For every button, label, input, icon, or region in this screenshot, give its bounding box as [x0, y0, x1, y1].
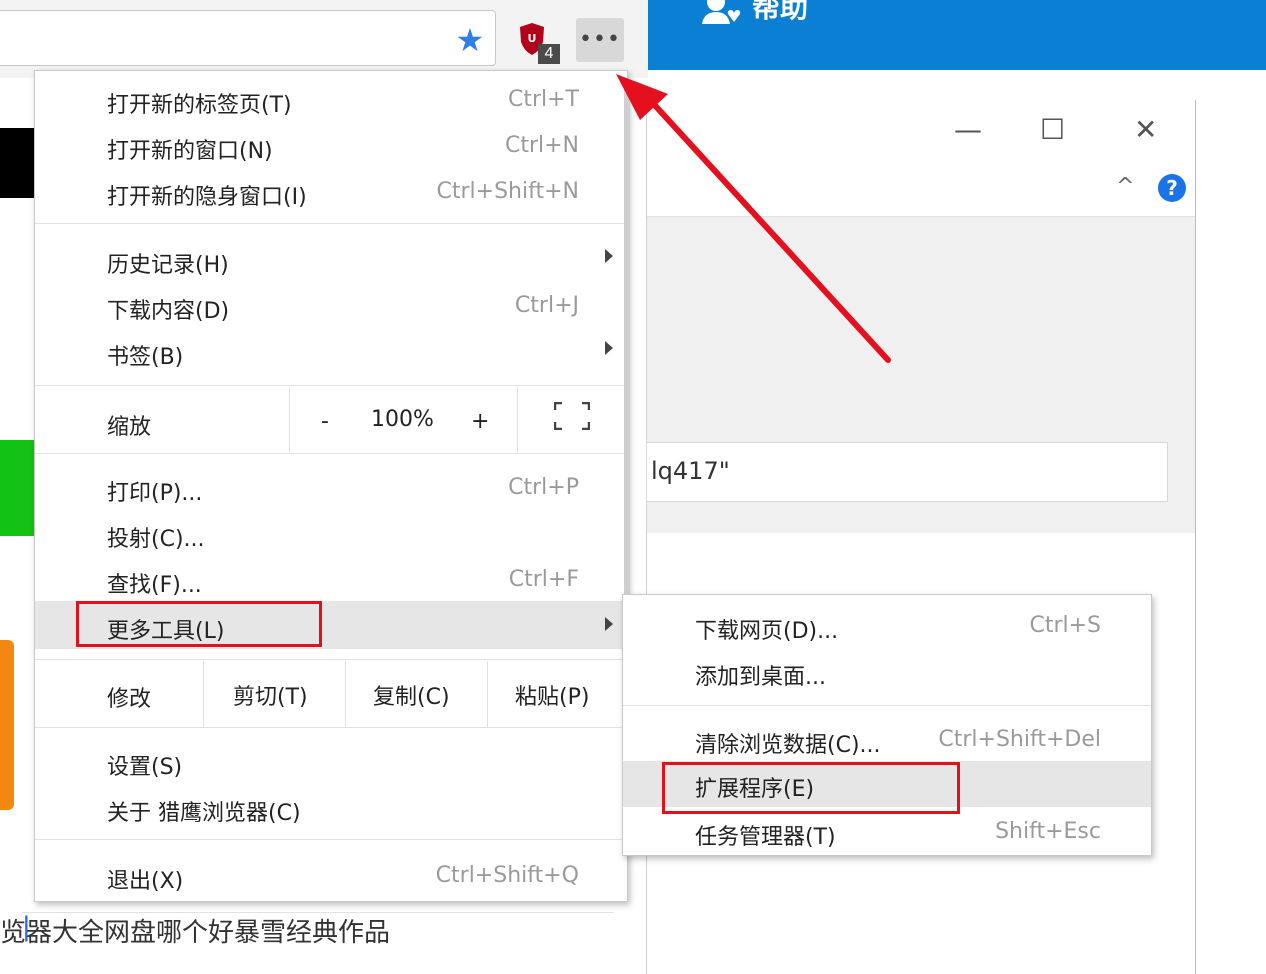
menu-item-label: 关于 猎鹰浏览器(C): [107, 801, 301, 826]
menu-divider: [203, 661, 204, 727]
menu-divider: [487, 661, 488, 727]
menu-item-label: 下载内容(D): [107, 299, 230, 324]
submenu-item-label: 下载网页(D)...: [695, 619, 839, 644]
menu-item-shortcut: Ctrl+Shift+N: [436, 179, 579, 204]
bookmark-star-icon[interactable]: ★: [452, 22, 488, 58]
menu-divider: [623, 705, 1151, 706]
menu-item-downloads[interactable]: 下载内容(D) Ctrl+J: [35, 283, 627, 329]
svg-text:U: U: [528, 32, 537, 45]
submenu-arrow-icon: [605, 617, 613, 631]
minimize-button[interactable]: —: [954, 116, 982, 144]
zoom-label: 缩放: [107, 415, 152, 440]
page-banner-black: [0, 128, 34, 198]
menu-item-label: 书签(B): [107, 345, 184, 370]
menu-item-label: 投射(C)...: [107, 527, 205, 552]
menu-divider: [517, 387, 518, 453]
menu-divider: [345, 661, 346, 727]
submenu-item-add-to-desktop[interactable]: 添加到桌面...: [623, 649, 1151, 695]
menu-item-label: 历史记录(H): [107, 253, 229, 278]
menu-item-new-window[interactable]: 打开新的窗口(N) Ctrl+N: [35, 123, 627, 169]
menu-item-print[interactable]: 打印(P)... Ctrl+P: [35, 465, 627, 511]
submenu-arrow-icon: [605, 249, 613, 263]
help-person-icon: [702, 0, 741, 24]
more-menu-button[interactable]: •••: [576, 18, 624, 62]
edit-label: 修改: [107, 687, 152, 712]
menu-item-find[interactable]: 查找(F)... Ctrl+F: [35, 557, 627, 603]
submenu-item-shortcut: Ctrl+S: [1029, 613, 1101, 638]
menu-item-label: 打开新的窗口(N): [107, 139, 273, 164]
menu-divider: [35, 453, 627, 454]
help-question-icon[interactable]: ?: [1158, 174, 1186, 202]
footer-separator: |: [22, 912, 614, 942]
menu-item-label: 打开新的标签页(T): [107, 93, 292, 118]
menu-item-shortcut: Ctrl+N: [504, 133, 579, 158]
menu-item-new-incognito[interactable]: 打开新的隐身窗口(I) Ctrl+Shift+N: [35, 169, 627, 215]
menu-divider: [35, 659, 627, 660]
highlight-box-more-tools: [76, 601, 322, 647]
paste-button[interactable]: 粘贴(P): [515, 679, 589, 711]
browser-main-menu: 打开新的标签页(T) Ctrl+T 打开新的窗口(N) Ctrl+N 打开新的隐…: [34, 70, 628, 902]
submenu-item-clear-data[interactable]: 清除浏览数据(C)... Ctrl+Shift+Del: [623, 717, 1151, 763]
footer-links: 览器大全 | 网盘哪个好 | 暴雪经典作品: [0, 912, 614, 949]
submenu-item-shortcut: Ctrl+Shift+Del: [938, 727, 1101, 752]
menu-item-shortcut: Ctrl+P: [508, 475, 579, 500]
submenu-item-label: 添加到桌面...: [695, 665, 826, 690]
menu-divider: [35, 223, 627, 224]
menu-item-shortcut: Ctrl+F: [508, 567, 579, 592]
menu-item-label: 打印(P)...: [107, 481, 203, 506]
cut-button[interactable]: 剪切(T): [233, 679, 308, 711]
submenu-item-label: 清除浏览数据(C)...: [695, 733, 881, 758]
footer-link[interactable]: 览器大全: [0, 918, 104, 948]
menu-item-label: 打开新的隐身窗口(I): [107, 185, 307, 210]
dialog-titlebar: [647, 100, 1195, 216]
fullscreen-icon[interactable]: [554, 402, 590, 430]
menu-item-label: 设置(S): [107, 755, 183, 780]
maximize-button[interactable]: ☐: [1040, 116, 1065, 144]
menu-divider: [35, 727, 627, 728]
menu-item-shortcut: Ctrl+T: [507, 87, 579, 112]
collapse-ribbon-icon[interactable]: ^: [1116, 174, 1134, 199]
menu-item-exit[interactable]: 退出(X) Ctrl+Shift+Q: [35, 853, 627, 899]
header-title[interactable]: 帮助: [752, 0, 808, 26]
menu-item-label: 查找(F)...: [107, 573, 202, 598]
menu-item-label: 退出(X): [107, 869, 184, 894]
menu-item-shortcut: Ctrl+Shift+Q: [435, 863, 579, 888]
submenu-item-shortcut: Shift+Esc: [995, 819, 1101, 844]
menu-item-bookmarks[interactable]: 书签(B): [35, 329, 627, 375]
copy-button[interactable]: 复制(C): [373, 679, 450, 711]
menu-divider: [35, 839, 627, 840]
page-banner-green: [0, 440, 34, 536]
menu-item-cast[interactable]: 投射(C)...: [35, 511, 627, 557]
zoom-out-button[interactable]: -: [321, 409, 329, 434]
submenu-item-save-page[interactable]: 下载网页(D)... Ctrl+S: [623, 603, 1151, 649]
more-tools-submenu: 下载网页(D)... Ctrl+S 添加到桌面... 清除浏览数据(C)... …: [622, 594, 1152, 856]
submenu-arrow-icon: [605, 341, 613, 355]
browser-toolbar: ★ U 4 •••: [0, 0, 648, 78]
highlight-box-extensions: [662, 762, 960, 814]
close-button[interactable]: ✕: [1134, 116, 1157, 144]
submenu-item-task-manager[interactable]: 任务管理器(T) Shift+Esc: [623, 809, 1151, 855]
menu-divider: [289, 387, 290, 453]
footer-link[interactable]: 暴雪经典作品: [234, 918, 390, 948]
more-horizontal-icon: •••: [579, 27, 621, 52]
menu-item-new-tab[interactable]: 打开新的标签页(T) Ctrl+T: [35, 77, 627, 123]
footer-link[interactable]: 网盘哪个好: [104, 918, 234, 948]
submenu-item-label: 任务管理器(T): [695, 825, 836, 850]
menu-item-settings[interactable]: 设置(S): [35, 739, 627, 785]
menu-item-about[interactable]: 关于 猎鹰浏览器(C): [35, 785, 627, 831]
page-banner-orange: [0, 640, 14, 810]
address-bar[interactable]: [0, 10, 496, 66]
menu-divider: [35, 385, 627, 386]
menu-item-shortcut: Ctrl+J: [514, 293, 579, 318]
zoom-level: 100%: [371, 407, 434, 432]
dialog-path-input[interactable]: lq417": [646, 442, 1168, 502]
menu-item-history[interactable]: 历史记录(H): [35, 237, 627, 283]
zoom-in-button[interactable]: +: [471, 409, 489, 434]
extension-badge: 4: [538, 44, 560, 64]
